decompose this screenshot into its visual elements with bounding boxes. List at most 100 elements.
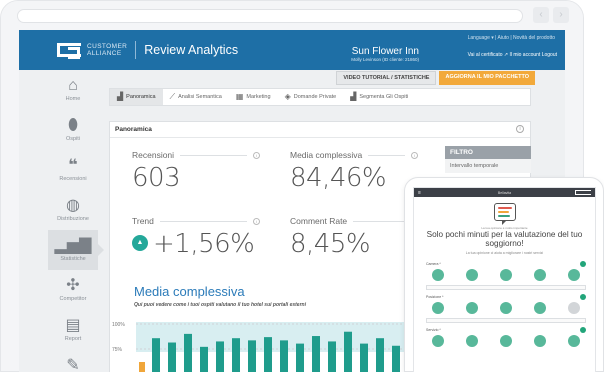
rating-option[interactable] bbox=[500, 269, 512, 281]
rating-option[interactable] bbox=[568, 302, 580, 314]
chart-bar[interactable] bbox=[200, 346, 208, 372]
rating-option[interactable] bbox=[466, 269, 478, 281]
speech-bubble-icon bbox=[494, 203, 516, 225]
address-bar[interactable] bbox=[17, 9, 523, 23]
info-icon[interactable]: i bbox=[516, 125, 524, 133]
hotel-client: Molly Levinson (ID cliente: 21860) bbox=[351, 57, 419, 62]
rating-option[interactable] bbox=[466, 302, 478, 314]
sidebar-item-label: Ospiti bbox=[65, 136, 81, 142]
tab-marketing[interactable]: ▦ Marketing bbox=[229, 89, 278, 105]
rating-scale bbox=[426, 333, 586, 347]
filter-time-range[interactable]: Intervallo temporale bbox=[445, 159, 531, 173]
info-icon[interactable]: i bbox=[411, 151, 418, 159]
chart-bar[interactable] bbox=[392, 345, 400, 372]
bar-chart-icon: ▟ bbox=[350, 92, 357, 101]
chart-bar[interactable] bbox=[232, 338, 240, 372]
kpi-value: 84,46% bbox=[290, 163, 387, 193]
chart-subtitle: Qui puoi vedere come i tuoi ospiti valut… bbox=[134, 302, 306, 308]
chart-bar[interactable] bbox=[360, 343, 368, 372]
chart-marker bbox=[139, 362, 145, 372]
info-icon[interactable]: i bbox=[253, 151, 260, 159]
rating-option[interactable] bbox=[432, 302, 444, 314]
chart-bar[interactable] bbox=[184, 333, 192, 372]
sidebar-item-home[interactable]: ⌂ Home bbox=[48, 70, 98, 110]
tablet-subtitle: La tua opinione ci aiuta a migliorare i … bbox=[465, 251, 544, 255]
quote-icon: ❝ bbox=[68, 157, 78, 174]
hotel-name: Sun Flower Inn bbox=[351, 46, 419, 57]
tablet-topbar: ≡ Bellavita bbox=[414, 188, 595, 197]
house-icon: ⌂ bbox=[68, 77, 78, 94]
hotel-info: Sun Flower Inn Molly Levinson (ID client… bbox=[351, 46, 419, 62]
logo[interactable]: CUSTOMER ALLIANCE Review Analytics bbox=[57, 41, 238, 59]
rating-option[interactable] bbox=[500, 335, 512, 347]
tab-domande-private[interactable]: ◈ Domande Private bbox=[278, 89, 344, 105]
chart-bar[interactable] bbox=[296, 343, 304, 372]
sidebar-item-distribuzione[interactable]: ◍ Distribuzione bbox=[48, 190, 98, 230]
compress-icon: ✣ bbox=[66, 277, 80, 294]
tab-analisi-semantica[interactable]: ⟋ Analisi Semantica bbox=[163, 89, 229, 105]
kpi-label: Trend bbox=[132, 216, 154, 226]
tab-bar: ▟ Panoramica ⟋ Analisi Semantica ▦ Marke… bbox=[109, 88, 531, 106]
tab-segmenta-ospiti[interactable]: ▟ Segmenta Gli Ospiti bbox=[343, 89, 415, 105]
sidebar-item-more[interactable]: ✎ bbox=[48, 350, 98, 372]
sidebar-item-label: Report bbox=[64, 336, 82, 342]
question-servizio: Servizio * bbox=[426, 327, 586, 347]
rating-option[interactable] bbox=[500, 302, 512, 314]
average-chart: 100% 75% bbox=[112, 322, 406, 372]
video-tutorial-button[interactable]: VIDEO TUTORIAL / STATISTICHE bbox=[336, 71, 437, 85]
kpi-average: Media complessiva i 84,46% bbox=[290, 150, 418, 193]
chart-bar[interactable] bbox=[280, 340, 288, 372]
sidebar-item-report[interactable]: ▤ Report bbox=[48, 310, 98, 350]
divider bbox=[368, 154, 405, 156]
logo-icon bbox=[575, 190, 591, 195]
bar-chart-icon: ▟ bbox=[117, 92, 124, 101]
check-icon bbox=[580, 294, 586, 300]
rating-option[interactable] bbox=[568, 269, 580, 281]
globe-icon: ◍ bbox=[66, 197, 80, 214]
tab-panoramica[interactable]: ▟ Panoramica bbox=[110, 89, 163, 105]
chart-bar[interactable] bbox=[168, 342, 176, 372]
kpi-label: Comment Rate bbox=[290, 216, 348, 226]
back-arrow-icon[interactable]: ‹ bbox=[533, 7, 549, 23]
chart-bar[interactable] bbox=[328, 341, 336, 372]
chart-bar[interactable] bbox=[248, 340, 256, 372]
rating-option[interactable] bbox=[534, 302, 546, 314]
y-tick-label: 100% bbox=[112, 322, 125, 328]
comment-field[interactable] bbox=[426, 285, 586, 290]
rating-option[interactable] bbox=[534, 269, 546, 281]
sidebar-item-competitor[interactable]: ✣ Competitor bbox=[48, 270, 98, 310]
sidebar-item-statistiche[interactable]: ▂▅▇ Statistiche bbox=[48, 230, 104, 270]
chart-bar[interactable] bbox=[376, 338, 384, 372]
bar-chart-icon: ▂▅▇ bbox=[54, 237, 92, 254]
kpi-reviews: Recensioni i 603 bbox=[132, 150, 260, 193]
y-tick-label: 75% bbox=[112, 347, 123, 353]
rating-option[interactable] bbox=[466, 335, 478, 347]
chart-bar[interactable] bbox=[312, 336, 320, 372]
chart-bar[interactable] bbox=[344, 331, 352, 372]
rating-option[interactable] bbox=[534, 335, 546, 347]
sidebar-item-recensioni[interactable]: ❝ Recensioni bbox=[48, 150, 98, 190]
chart-bar[interactable] bbox=[152, 338, 160, 372]
account-links[interactable]: Vai al certificato ↗ Il mio account Logo… bbox=[468, 52, 557, 58]
rating-option[interactable] bbox=[432, 269, 444, 281]
line-chart-icon: ⟋ bbox=[169, 92, 176, 101]
forward-arrow-icon[interactable]: › bbox=[553, 7, 569, 23]
logo-separator bbox=[135, 41, 137, 59]
filter-title: FILTRO bbox=[445, 146, 531, 159]
sidebar-item-label: Statistiche bbox=[60, 256, 86, 262]
rating-scale bbox=[426, 267, 586, 281]
comment-field[interactable] bbox=[426, 318, 586, 323]
sidebar-item-label: Home bbox=[65, 96, 81, 102]
kpi-trend: Trend i ▲ +1,56% bbox=[132, 216, 260, 259]
chart-bar[interactable] bbox=[216, 341, 224, 372]
filter-box: FILTRO Intervallo temporale bbox=[445, 146, 531, 173]
chart-bar[interactable] bbox=[264, 337, 272, 372]
rating-option[interactable] bbox=[432, 335, 444, 347]
rating-option[interactable] bbox=[568, 335, 580, 347]
upgrade-button[interactable]: AGGIORNA IL MIO PACCHETTO bbox=[439, 71, 535, 85]
cta-row: VIDEO TUTORIAL / STATISTICHE AGGIORNA IL… bbox=[336, 71, 535, 85]
info-icon[interactable]: i bbox=[253, 217, 260, 225]
layers-icon: ◈ bbox=[284, 92, 291, 101]
sidebar-item-ospiti[interactable]: ⬮ Ospiti bbox=[48, 110, 98, 150]
top-links[interactable]: Language ▾ | Aiuto | Novità del prodotto bbox=[468, 35, 555, 41]
